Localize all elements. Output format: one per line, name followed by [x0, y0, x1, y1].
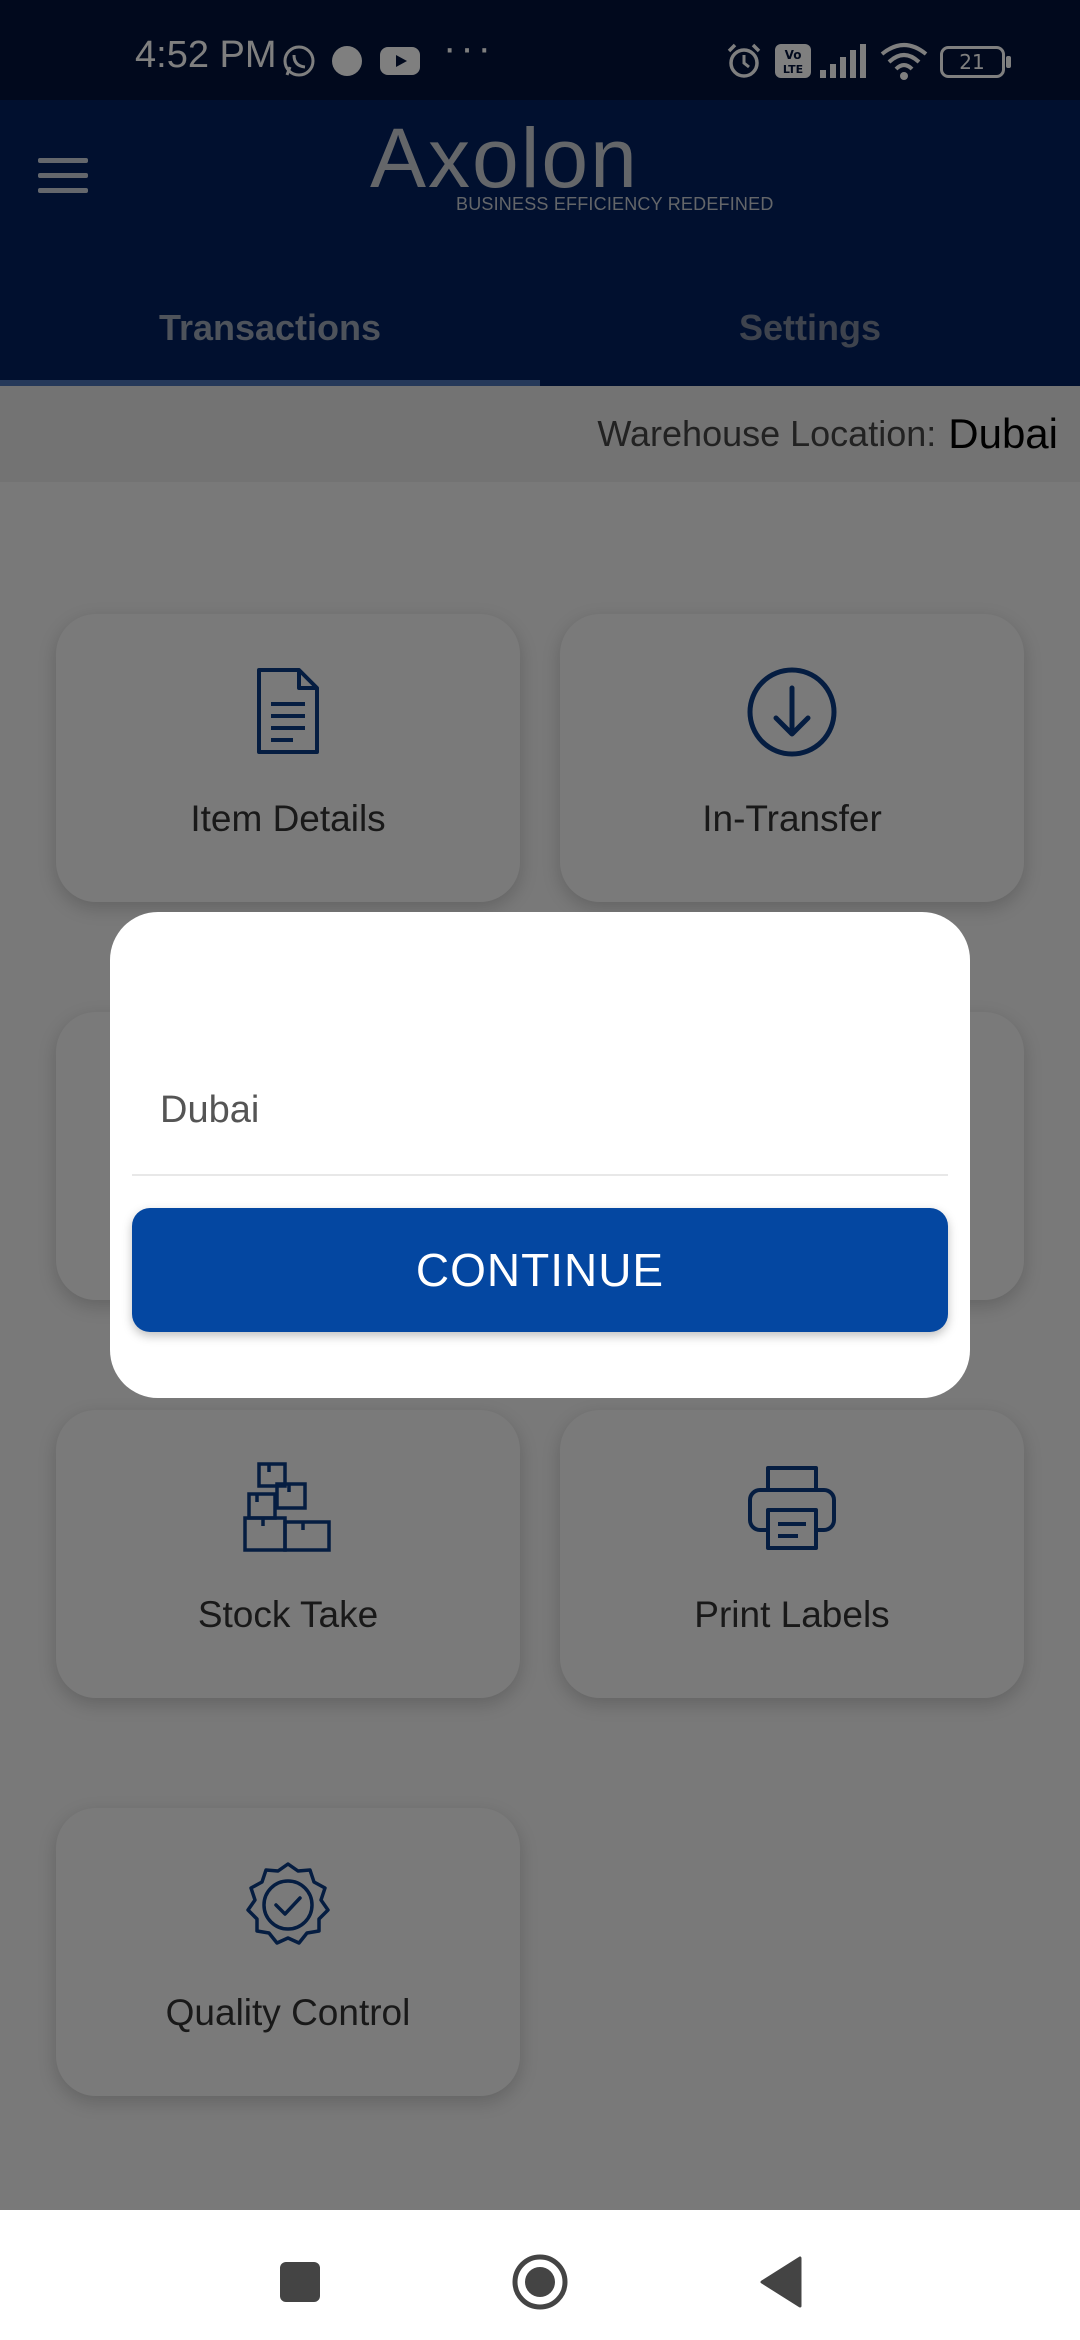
location-dialog: Dubai CONTINUE	[110, 912, 970, 1398]
home-circle-icon[interactable]	[510, 2252, 570, 2312]
phone-screen: 4:52 PM ··· Vo LTE	[0, 0, 1080, 2340]
continue-button[interactable]: CONTINUE	[132, 1208, 948, 1332]
location-select[interactable]: Dubai	[132, 1060, 948, 1176]
back-triangle-icon[interactable]	[758, 2256, 802, 2308]
recents-square-icon[interactable]	[278, 2260, 322, 2304]
system-nav-bar	[0, 2210, 1080, 2340]
